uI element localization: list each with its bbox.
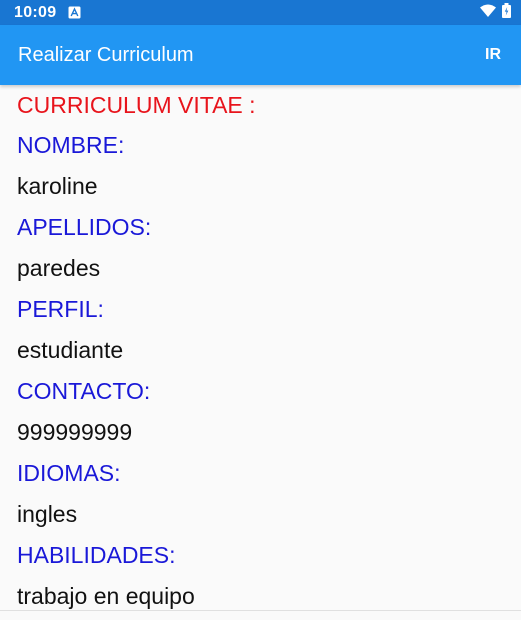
bottom-divider xyxy=(0,610,521,611)
apellidos-value: paredes xyxy=(17,255,101,281)
cv-content: CURRICULUM VITAE : NOMBRE: karoline APEL… xyxy=(0,85,521,610)
status-icons xyxy=(480,2,511,23)
apellidos-label: APELLIDOS: xyxy=(17,214,152,240)
a-notification-icon xyxy=(68,6,81,19)
battery-icon xyxy=(502,2,511,23)
idiomas-value: ingles xyxy=(17,501,78,527)
nombre-value: karoline xyxy=(17,173,98,199)
contacto-value: 999999999 xyxy=(17,419,133,445)
app-title: Realizar Curriculum xyxy=(18,43,194,66)
app-bar: Realizar Curriculum IR xyxy=(0,25,521,85)
cv-heading: CURRICULUM VITAE : xyxy=(17,92,256,118)
nombre-label: NOMBRE: xyxy=(17,132,125,158)
habilidades-label: HABILIDADES: xyxy=(17,542,176,568)
idiomas-label: IDIOMAS: xyxy=(17,460,121,486)
status-time: 10:09 xyxy=(14,3,57,21)
ir-button[interactable]: IR xyxy=(485,46,501,64)
perfil-label: PERFIL: xyxy=(17,296,104,322)
contacto-label: CONTACTO: xyxy=(17,378,151,404)
status-bar: 10:09 xyxy=(0,0,521,25)
wifi-icon xyxy=(480,4,496,22)
perfil-value: estudiante xyxy=(17,337,124,363)
